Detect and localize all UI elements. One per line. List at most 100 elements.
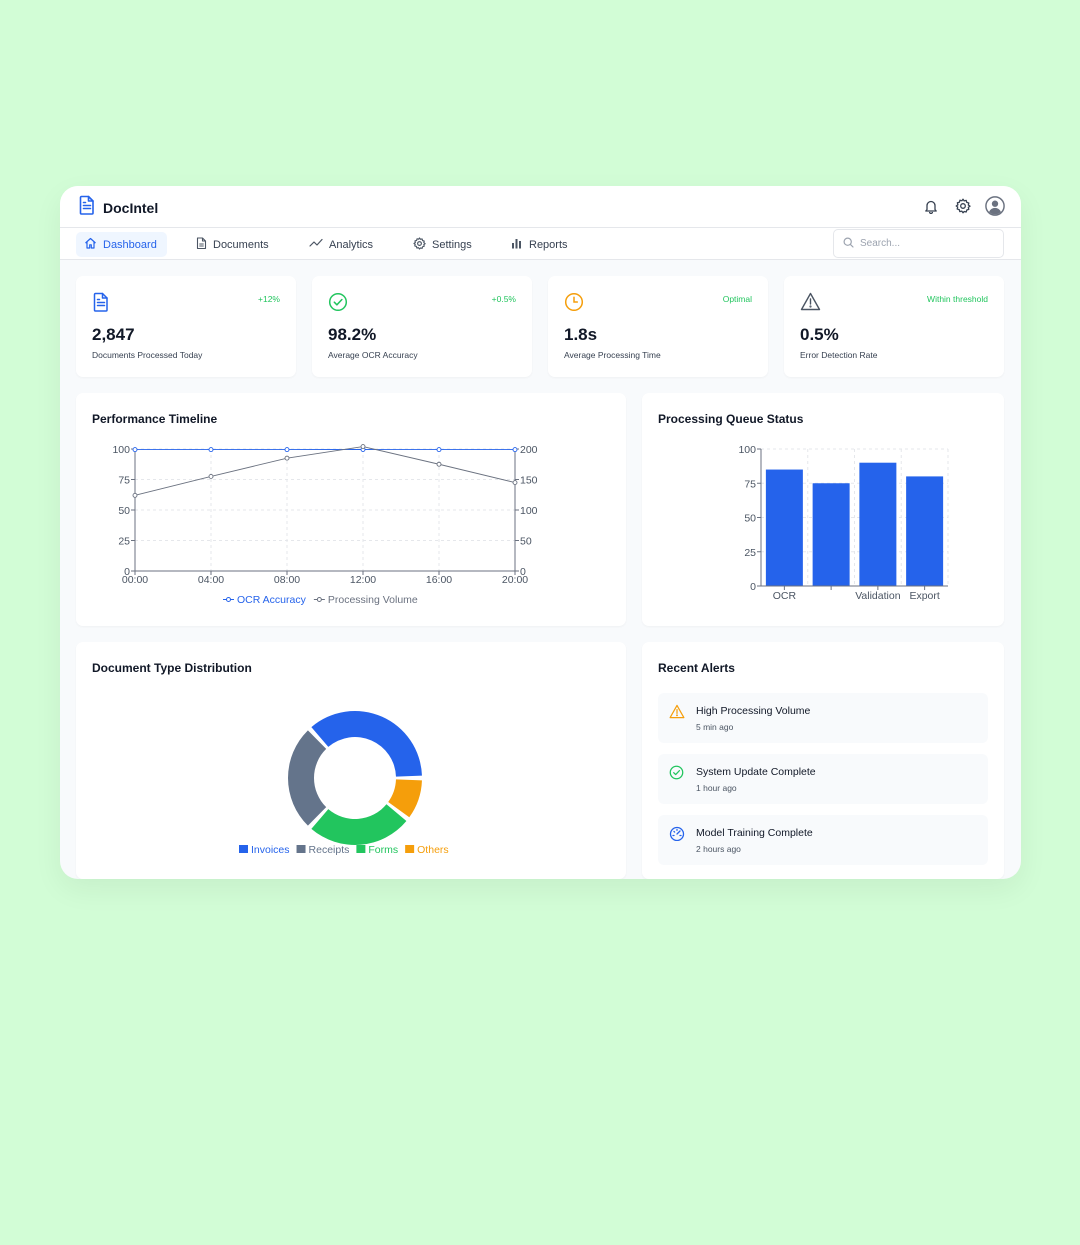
performance-card: Performance Timeline 0 25 50 75 100 0 50 100 150… bbox=[76, 393, 626, 626]
stat-card-accuracy: +0.5% 98.2% Average OCR Accuracy bbox=[312, 276, 532, 377]
top-icons bbox=[921, 194, 1005, 218]
x-tick-label: Validation bbox=[855, 590, 900, 602]
stat-label: Error Detection Rate bbox=[800, 350, 878, 360]
x-tick-label: Export bbox=[909, 590, 939, 602]
y-left-tick-label: 25 bbox=[118, 536, 130, 548]
y-left-tick-label: 100 bbox=[112, 444, 130, 456]
y-right-tick-label: 200 bbox=[520, 444, 538, 456]
alert-title: System Update Complete bbox=[696, 766, 816, 778]
y-tick-label: 75 bbox=[744, 478, 756, 490]
legend-label: Invoices bbox=[251, 844, 290, 856]
legend-label: OCR Accuracy bbox=[237, 594, 307, 606]
bar-chart-icon bbox=[511, 237, 523, 252]
legend-swatch bbox=[405, 845, 415, 853]
donut-slice bbox=[311, 804, 407, 845]
stat-change: +0.5% bbox=[491, 294, 516, 304]
stat-card-documents: +12% 2,847 Documents Processed Today bbox=[76, 276, 296, 377]
legend-swatch bbox=[356, 845, 366, 853]
queue-bar-chart: 0 25 50 75 100 OCR Validation Export bbox=[738, 444, 949, 602]
data-point bbox=[132, 492, 138, 498]
y-tick-label: 0 bbox=[750, 581, 756, 593]
donut-slice bbox=[311, 711, 422, 777]
data-point bbox=[208, 473, 214, 479]
y-left-tick-label: 75 bbox=[118, 475, 130, 487]
search-icon bbox=[843, 235, 854, 253]
x-tick-label: 12:00 bbox=[350, 574, 376, 586]
performance-line-chart: 025507510005010015020000:00 04:00 08:00 12:… bbox=[112, 444, 538, 606]
alerts-card: Recent Alerts High Processing Volume 5 m… bbox=[642, 642, 1004, 879]
check-circle-icon bbox=[669, 765, 684, 785]
y-tick-label: 25 bbox=[744, 547, 756, 559]
nav-item-documents[interactable]: Documents bbox=[188, 232, 277, 257]
data-point bbox=[284, 455, 290, 461]
alert-item[interactable]: System Update Complete 1 hour ago bbox=[658, 754, 988, 804]
y-right-tick-label: 100 bbox=[520, 505, 538, 517]
document-logo-icon bbox=[79, 195, 95, 220]
check-circle-icon bbox=[328, 292, 348, 317]
alert-title: High Processing Volume bbox=[696, 705, 811, 717]
app-window: DocIntel Dashboard Documents Analytics S… bbox=[60, 186, 1021, 879]
bar bbox=[765, 469, 803, 586]
gear-icon[interactable] bbox=[953, 194, 973, 218]
data-point bbox=[208, 447, 214, 453]
y-left-tick-label: 50 bbox=[118, 505, 130, 517]
search-input[interactable] bbox=[860, 238, 990, 249]
donut-slice bbox=[288, 730, 327, 826]
trend-icon bbox=[309, 238, 323, 251]
alert-time: 1 hour ago bbox=[696, 783, 737, 793]
stat-label: Average Processing Time bbox=[564, 350, 661, 360]
stat-value: 2,847 bbox=[92, 325, 135, 344]
x-tick-label: 08:00 bbox=[274, 574, 300, 586]
queue-card: Processing Queue Status 0 25 50 75 100 OCR Val… bbox=[642, 393, 1004, 626]
nav-label: Dashboard bbox=[103, 238, 157, 251]
data-point bbox=[132, 447, 138, 453]
alert-title: Model Training Complete bbox=[696, 827, 813, 839]
nav-item-dashboard[interactable]: Dashboard bbox=[76, 232, 167, 257]
warning-icon bbox=[669, 704, 685, 724]
x-tick-label: 04:00 bbox=[198, 574, 224, 586]
bar bbox=[812, 483, 850, 586]
search-box[interactable] bbox=[833, 229, 1004, 258]
document-icon bbox=[196, 236, 207, 253]
app-name: DocIntel bbox=[103, 199, 159, 216]
alert-item[interactable]: Model Training Complete 2 hours ago bbox=[658, 815, 988, 865]
legend-label: Forms bbox=[368, 844, 398, 856]
data-point bbox=[284, 447, 290, 453]
gear-icon bbox=[413, 236, 426, 253]
data-point bbox=[436, 461, 442, 467]
distribution-donut-chart: Invoices Receipts Forms Others bbox=[239, 711, 449, 856]
x-tick-label: 16:00 bbox=[426, 574, 452, 586]
stat-card-time: Optimal 1.8s Average Processing Time bbox=[548, 276, 768, 377]
x-tick-label: 00:00 bbox=[122, 574, 148, 586]
document-icon bbox=[92, 292, 110, 317]
legend-marker bbox=[226, 597, 231, 602]
warning-icon bbox=[800, 292, 821, 316]
data-point bbox=[436, 447, 442, 453]
stat-change: +12% bbox=[258, 294, 280, 304]
brand[interactable]: DocIntel bbox=[79, 195, 158, 220]
legend-marker bbox=[316, 597, 322, 602]
card-title: Recent Alerts bbox=[658, 661, 735, 675]
stat-value: 98.2% bbox=[328, 325, 377, 344]
stat-value: 0.5% bbox=[800, 325, 839, 344]
nav-item-settings[interactable]: Settings bbox=[405, 232, 480, 257]
bell-icon[interactable] bbox=[921, 194, 941, 218]
stat-value: 1.8s bbox=[564, 325, 598, 344]
alert-item[interactable]: High Processing Volume 5 min ago bbox=[658, 693, 988, 743]
nav-item-analytics[interactable]: Analytics bbox=[301, 232, 381, 257]
alert-time: 5 min ago bbox=[696, 722, 734, 732]
stat-card-error: Within threshold 0.5% Error Detection Ra… bbox=[784, 276, 1004, 377]
nav-label: Settings bbox=[432, 238, 472, 251]
top-bar: DocIntel bbox=[60, 186, 1021, 228]
legend-label: Processing Volume bbox=[328, 594, 418, 606]
y-tick-label: 100 bbox=[738, 444, 756, 456]
data-point bbox=[512, 447, 518, 453]
legend-swatch bbox=[239, 845, 248, 853]
nav-label: Documents bbox=[213, 238, 269, 251]
avatar-icon[interactable] bbox=[985, 194, 1005, 218]
stat-change: Within threshold bbox=[927, 294, 988, 304]
nav-item-reports[interactable]: Reports bbox=[503, 232, 576, 257]
bar bbox=[859, 462, 897, 586]
series-line bbox=[134, 446, 516, 496]
home-icon bbox=[84, 237, 97, 252]
